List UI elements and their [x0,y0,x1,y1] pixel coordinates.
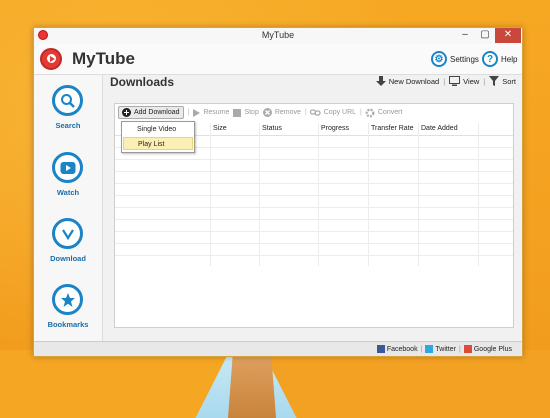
settings-button[interactable]: ⚙ Settings [431,48,479,70]
download-icon [52,218,83,249]
separator: | [420,345,423,353]
desktop-shape-center [228,354,276,418]
monitor-icon [449,76,461,86]
stop-label: Stop [244,109,259,116]
table-body[interactable] [115,136,513,266]
help-button[interactable]: ? Help [482,48,517,70]
sidebar-item-bookmarks[interactable]: Bookmarks [34,281,102,343]
separator: | [459,345,461,353]
twitter-link[interactable]: Twitter [425,345,456,353]
column-header-transfer-rate[interactable]: Transfer Rate [371,123,414,135]
remove-button[interactable]: Remove [262,108,301,117]
facebook-label: Facebook [386,345,418,353]
close-button[interactable]: ✕ [495,28,521,43]
minimize-button[interactable]: – [455,28,475,43]
sidebar-item-label: Bookmarks [47,320,89,329]
sort-button[interactable]: Sort [489,76,516,86]
stop-button[interactable]: Stop [233,108,259,117]
title-bar[interactable]: MyTube – ▢ ✕ [34,28,522,44]
remove-icon [262,108,272,117]
gear-icon [365,108,375,117]
sidebar-item-search[interactable]: Search [34,82,102,144]
menu-item-play-list[interactable]: Play List [123,137,193,150]
separator: | [443,76,446,86]
plus-circle-icon [122,108,131,117]
twitter-label: Twitter [435,345,457,353]
desktop-shape-right [262,350,550,418]
mytube-logo-icon [40,48,62,70]
add-download-label: Add Download [134,109,180,116]
column-divider [259,123,260,266]
main-panel: Downloads New Download | View | Sort Add… [103,75,522,341]
column-divider [368,123,369,266]
star-icon [52,284,83,315]
column-divider [318,123,319,266]
column-header-size[interactable]: Size [213,123,227,135]
sidebar: Search Watch Download Bookmarks [34,75,103,341]
column-header-status[interactable]: Status [262,123,282,135]
column-divider [210,123,211,266]
add-download-button[interactable]: Add Download [118,106,184,119]
sidebar-item-watch[interactable]: Watch [34,149,102,211]
separator: | [360,109,362,116]
google-plus-link[interactable]: Google Plus [463,345,512,353]
copy-url-label: Copy URL [323,109,357,116]
new-download-button[interactable]: New Download [375,76,440,86]
page-title: Downloads [110,75,175,89]
facebook-icon [376,345,385,353]
copy-url-button[interactable]: Copy URL [309,108,357,117]
help-icon: ? [482,51,498,67]
column-divider [478,123,479,266]
menu-item-single-video[interactable]: Single Video [123,123,193,136]
app-name: MyTube [72,49,135,68]
new-download-label: New Download [388,76,440,86]
maximize-button[interactable]: ▢ [475,28,495,43]
status-bar: Facebook | Twitter | Google Plus [34,341,522,356]
arrow-down-icon [375,76,386,86]
link-icon [309,109,321,116]
separator: | [187,109,190,116]
view-button[interactable]: View [449,76,479,86]
sidebar-item-download[interactable]: Download [34,215,102,277]
facebook-link[interactable]: Facebook [376,345,418,353]
column-header-date-added[interactable]: Date Added [421,123,458,135]
convert-button[interactable]: Convert [365,108,403,118]
google-plus-label: Google Plus [473,345,512,353]
settings-label: Settings [450,54,479,64]
help-label: Help [501,54,518,64]
sidebar-item-label: Watch [56,188,80,197]
window-title: MyTube [261,30,295,40]
remove-label: Remove [274,109,301,116]
search-icon [52,85,83,116]
play-icon [52,152,83,183]
sidebar-item-label: Search [55,121,81,130]
add-download-menu: Single Video Play List [121,121,195,153]
funnel-icon [489,76,500,86]
desktop-shape-left [0,350,230,418]
downloads-panel: Add Download | Resume Stop Remove | Copy… [114,103,514,328]
separator: | [304,109,307,116]
convert-label: Convert [377,109,403,116]
google-plus-icon [463,345,472,353]
sidebar-item-label: Download [50,254,86,263]
resume-label: Resume [203,109,230,116]
stop-icon [233,108,242,117]
separator: | [483,76,486,86]
gear-icon: ⚙ [431,51,447,67]
view-label: View [463,76,480,86]
twitter-icon [425,345,434,353]
downloads-table: Size Status Progress Transfer Rate Date … [115,123,513,327]
app-header: MyTube ⚙ Settings ? Help [34,44,522,75]
app-window: MyTube – ▢ ✕ MyTube ⚙ Settings ? Help Se… [33,27,523,357]
main-actions: New Download | View | Sort [375,76,516,86]
column-header-progress[interactable]: Progress [321,123,349,135]
sort-label: Sort [502,76,516,86]
resume-button[interactable]: Resume [192,108,230,117]
play-icon [193,108,201,117]
column-divider [418,123,419,266]
downloads-toolbar: Add Download | Resume Stop Remove | Copy… [115,104,513,121]
